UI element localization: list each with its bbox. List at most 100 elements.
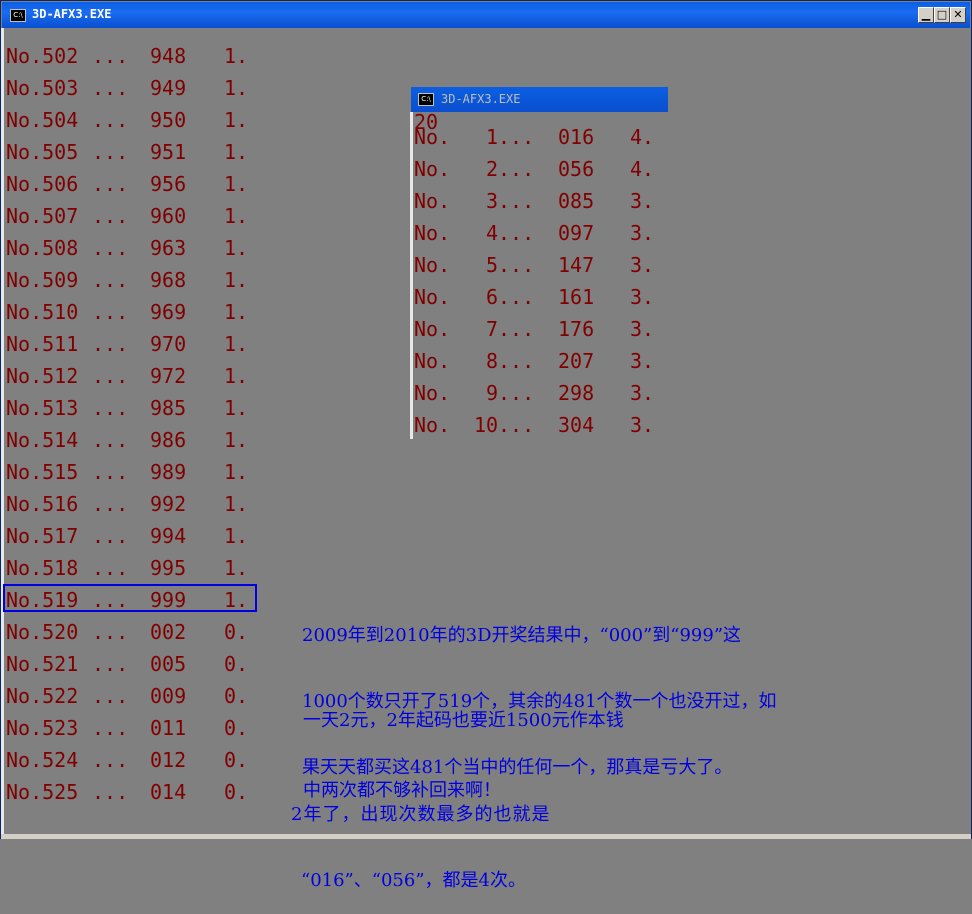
maximize-button[interactable]: □ xyxy=(934,7,950,23)
inner-title-bar[interactable]: C:\ 3D-AFX3.EXE xyxy=(411,87,668,112)
ranking-dots: ... xyxy=(498,317,535,341)
row-number: No.521 xyxy=(6,652,79,676)
ranking-prefix: No. xyxy=(414,157,451,181)
row-number: No.518 xyxy=(6,556,79,580)
annotation-line: “016”、“056”，都是4次。 xyxy=(301,870,526,891)
ranking-row: No. 7... 176 3. xyxy=(414,313,660,345)
result-row: No.502... 948 1. xyxy=(6,40,254,72)
row-value: 970 xyxy=(150,332,187,356)
result-row: No.524... 012 0. xyxy=(6,744,254,776)
row-dots: ... xyxy=(92,524,129,548)
annotation-line: 2009年到2010年的3D开奖结果中，“000”到“999”这 xyxy=(302,625,742,646)
ranking-index: 6 xyxy=(485,285,498,309)
row-value: 951 xyxy=(150,140,187,164)
result-row: No.504... 950 1. xyxy=(6,104,254,136)
ranking-index: 4 xyxy=(485,221,498,245)
maximize-icon: □ xyxy=(936,8,948,21)
ranking-index: 9 xyxy=(485,381,498,405)
row-value: 005 xyxy=(150,652,187,676)
ranking-value: 304 xyxy=(558,413,595,437)
close-button[interactable]: ✕ xyxy=(950,7,966,23)
result-row: No.525... 014 0. xyxy=(6,776,254,808)
ranking-value: 298 xyxy=(558,381,595,405)
row-value: 992 xyxy=(150,492,187,516)
ranking-prefix: No. xyxy=(414,125,451,149)
row-count: 0. xyxy=(224,780,249,804)
ranking-row: No. 1... 016 4. xyxy=(414,121,660,153)
result-row: No.513... 985 1. xyxy=(6,392,254,424)
result-row: No.509... 968 1. xyxy=(6,264,254,296)
ranking-dots: ... xyxy=(498,285,535,309)
row-value: 994 xyxy=(150,524,187,548)
title-bar[interactable]: C:\ 3D-AFX3.EXE ▁ □ ✕ xyxy=(2,2,970,28)
ranking-count: 4. xyxy=(630,157,655,181)
row-count: 1. xyxy=(224,140,249,164)
result-row: No.508... 963 1. xyxy=(6,232,254,264)
ranking-index: 8 xyxy=(485,349,498,373)
ranking-dots: ... xyxy=(498,349,535,373)
row-dots: ... xyxy=(92,556,129,580)
row-count: 1. xyxy=(224,300,249,324)
row-count: 1. xyxy=(224,396,249,420)
annotation-line: 2年了，出现次数最多的也就是 xyxy=(291,804,551,825)
ranking-prefix: No. xyxy=(414,413,451,437)
result-row: No.514... 986 1. xyxy=(6,424,254,456)
row-dots: ... xyxy=(92,300,129,324)
ranking-index: 2 xyxy=(485,157,498,181)
ranking-row: No. 10... 304 3. xyxy=(414,409,660,441)
ranking-index: 5 xyxy=(485,253,498,277)
row-number: No.524 xyxy=(6,748,79,772)
row-number: No.514 xyxy=(6,428,79,452)
ranking-value: 085 xyxy=(558,189,595,213)
row-count: 1. xyxy=(224,460,249,484)
inner-console-app-icon[interactable]: C:\ xyxy=(418,93,434,106)
row-count: 1. xyxy=(224,76,249,100)
row-dots: ... xyxy=(92,620,129,644)
result-row: No.516... 992 1. xyxy=(6,488,254,520)
row-value: 950 xyxy=(150,108,187,132)
row-number: No.523 xyxy=(6,716,79,740)
ranking-dots: ... xyxy=(498,413,535,437)
result-row: No.510... 969 1. xyxy=(6,296,254,328)
row-value: 014 xyxy=(150,780,187,804)
row-dots: ... xyxy=(92,684,129,708)
ranking-dots: ... xyxy=(498,125,535,149)
result-row: No.523... 011 0. xyxy=(6,712,254,744)
result-row: No.522... 009 0. xyxy=(6,680,254,712)
window-title: 3D-AFX3.EXE xyxy=(32,7,112,21)
row-dots: ... xyxy=(92,204,129,228)
ranking-dots: ... xyxy=(498,381,535,405)
row-number: No.515 xyxy=(6,460,79,484)
ranking-value: 161 xyxy=(558,285,595,309)
minimize-button[interactable]: ▁ xyxy=(918,7,934,23)
row-value: 986 xyxy=(150,428,187,452)
close-icon: ✕ xyxy=(953,8,963,21)
ranking-prefix: No. xyxy=(414,253,451,277)
row-count: 1. xyxy=(224,556,249,580)
ranking-value: 147 xyxy=(558,253,595,277)
row-number: No.520 xyxy=(6,620,79,644)
minimize-icon: ▁ xyxy=(921,8,931,21)
ranking-prefix: No. xyxy=(414,317,451,341)
inner-window-frame-left xyxy=(410,112,413,439)
row-number: No.505 xyxy=(6,140,79,164)
result-row: No.520... 002 0. xyxy=(6,616,254,648)
ranking-value: 207 xyxy=(558,349,595,373)
row-value: 969 xyxy=(150,300,187,324)
ranking-prefix: No. xyxy=(414,381,451,405)
result-row: No.515... 989 1. xyxy=(6,456,254,488)
console-app-icon[interactable]: C:\ xyxy=(10,9,26,22)
row-number: No.503 xyxy=(6,76,79,100)
row-value: 011 xyxy=(150,716,187,740)
row-number: No.513 xyxy=(6,396,79,420)
row-value: 948 xyxy=(150,44,187,68)
row-dots: ... xyxy=(92,140,129,164)
row-count: 1. xyxy=(224,332,249,356)
ranking-value: 097 xyxy=(558,221,595,245)
row-number: No.516 xyxy=(6,492,79,516)
ranking-row: No. 2... 056 4. xyxy=(414,153,660,185)
ranking-row: No. 4... 097 3. xyxy=(414,217,660,249)
ranking-index: 10 xyxy=(474,413,499,437)
row-number: No.517 xyxy=(6,524,79,548)
row-dots: ... xyxy=(92,748,129,772)
